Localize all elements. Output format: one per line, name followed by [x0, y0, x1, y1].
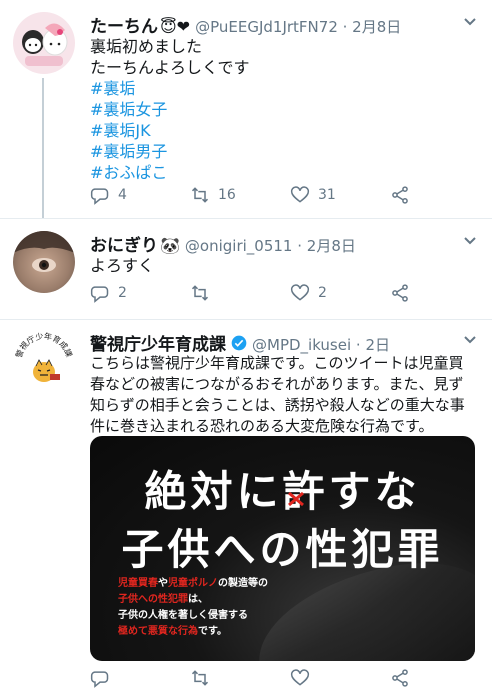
hashtag-link[interactable]: #裏垢男子: [90, 141, 476, 162]
attached-image[interactable]: 絶対に許すな 子供への性犯罪 児童買春や児童ポルノの製造等の 子供への性犯罪は、…: [90, 436, 475, 661]
hashtag-link[interactable]: #おふぱこ: [90, 162, 476, 183]
tweet-2[interactable]: おにぎり 🐼 @onigiri_0511 · 2月8日 よろすく 2 2: [0, 219, 492, 319]
retweet-button[interactable]: [190, 283, 218, 303]
tweet-actions: [90, 668, 476, 692]
share-icon: [392, 284, 408, 302]
display-name[interactable]: たーちん: [90, 12, 158, 37]
red-cross-mark-icon: [288, 491, 304, 507]
display-name[interactable]: 警視庁少年育成課: [90, 330, 226, 355]
tweet-text: よろすく: [90, 255, 476, 276]
reply-button[interactable]: [90, 668, 110, 688]
retweet-button[interactable]: [190, 668, 210, 688]
reply-button[interactable]: 2: [90, 283, 127, 303]
banner-headline-1: 絶対に許すな: [144, 467, 421, 516]
share-button[interactable]: [390, 668, 410, 688]
hashtag-link[interactable]: #裏垢女子: [90, 99, 476, 120]
caret-down-icon[interactable]: [462, 14, 478, 30]
like-icon: [290, 669, 310, 686]
retweet-icon: [191, 187, 209, 203]
tweet-header: おにぎり 🐼 @onigiri_0511 · 2月8日: [90, 231, 452, 256]
retweet-count: 16: [218, 187, 236, 203]
like-button[interactable]: [290, 668, 310, 688]
avatar-onigiri[interactable]: [13, 231, 75, 293]
avatar-mpd-ikusei[interactable]: 警視庁少年育成課: [13, 328, 75, 390]
tweet-text: 裏垢初めました たーちんよろしくです #裏垢 #裏垢女子 #裏垢JK #裏垢男子…: [90, 36, 476, 183]
like-button[interactable]: 2: [290, 283, 327, 303]
share-icon: [392, 669, 408, 687]
retweet-icon: [191, 670, 209, 686]
share-button[interactable]: [390, 283, 410, 303]
display-name[interactable]: おにぎり: [90, 231, 158, 256]
caret-down-icon[interactable]: [462, 233, 478, 249]
caption-line: 極めて悪質な行為です。: [118, 626, 227, 637]
tweet-text: こちらは警視庁少年育成課です。このツイートは児童買 春などの被害につながるおそれ…: [90, 353, 476, 437]
avatar-photo: [13, 231, 75, 272]
name-emoji: 🐼: [160, 236, 180, 255]
tweet-header: たーちん 😇❤ @PuEEGJd1JrtFN72 · 2月8日: [90, 12, 452, 37]
retweet-icon: [191, 285, 209, 301]
reply-icon: [90, 188, 109, 205]
tweet-actions: 2 2: [90, 283, 476, 307]
handle-and-time[interactable]: @MPD_ikusei · 2日: [252, 334, 390, 355]
thread-line: [42, 78, 44, 218]
tweet-header: 警視庁少年育成課 @MPD_ikusei · 2日: [90, 330, 452, 355]
avatar-logo: 警視庁少年育成課: [13, 331, 74, 382]
retweet-button[interactable]: 16: [190, 185, 236, 205]
caption-line: 子供の人権を著しく侵害する: [118, 610, 248, 621]
avatar-illustration: [22, 23, 68, 66]
text-line: たーちんよろしくです: [90, 58, 250, 77]
banner-caption: 児童買春や児童ポルノの製造等の 子供への性犯罪は、 子供の人権を著しく侵害する …: [118, 576, 268, 640]
like-icon: [290, 186, 310, 203]
reply-count: 4: [118, 187, 127, 203]
like-count: 2: [318, 285, 327, 301]
share-icon: [392, 186, 408, 204]
verified-badge-icon: [231, 335, 247, 350]
handle-and-time[interactable]: @onigiri_0511 · 2月8日: [185, 235, 356, 256]
like-icon: [290, 284, 310, 301]
caption-line: 児童買春や児童ポルノの製造等の: [118, 578, 268, 589]
name-emoji: 😇❤: [160, 17, 191, 36]
reply-count: 2: [118, 285, 127, 301]
text-line: 件に巻き込まれる恐れのある大変危険な行為です。: [90, 417, 434, 435]
tweet-1[interactable]: たーちん 😇❤ @PuEEGJd1JrtFN72 · 2月8日 裏垢初めました …: [0, 0, 492, 218]
hashtag-link[interactable]: #裏垢: [90, 78, 476, 99]
text-line: こちらは警視庁少年育成課です。このツイートは児童買: [90, 354, 464, 372]
share-button[interactable]: [390, 185, 410, 205]
text-line: 知らずの相手と会うことは、誘拐や殺人などの重大な事: [90, 396, 465, 414]
svg-text:警視庁少年育成課: 警視庁少年育成課: [13, 331, 74, 359]
reply-icon: [90, 671, 109, 688]
text-line: 春などの被害につながるおそれがあります。また、見ず: [90, 375, 464, 393]
text-line: 裏垢初めました: [90, 37, 203, 56]
caret-down-icon[interactable]: [462, 332, 478, 348]
banner-headline-2: 子供への性犯罪: [121, 525, 444, 574]
like-button[interactable]: 31: [290, 185, 336, 205]
text-line: よろすく: [90, 256, 155, 275]
tweet-actions: 4 16 31: [90, 185, 476, 209]
reply-button[interactable]: 4: [90, 185, 127, 205]
avatar-tachin[interactable]: [13, 12, 75, 74]
reply-icon: [90, 286, 109, 303]
caption-line: 子供への性犯罪は、: [118, 594, 208, 605]
hashtag-link[interactable]: #裏垢JK: [90, 120, 476, 141]
handle-and-time[interactable]: @PuEEGJd1JrtFN72 · 2月8日: [195, 16, 401, 37]
like-count: 31: [318, 187, 336, 203]
